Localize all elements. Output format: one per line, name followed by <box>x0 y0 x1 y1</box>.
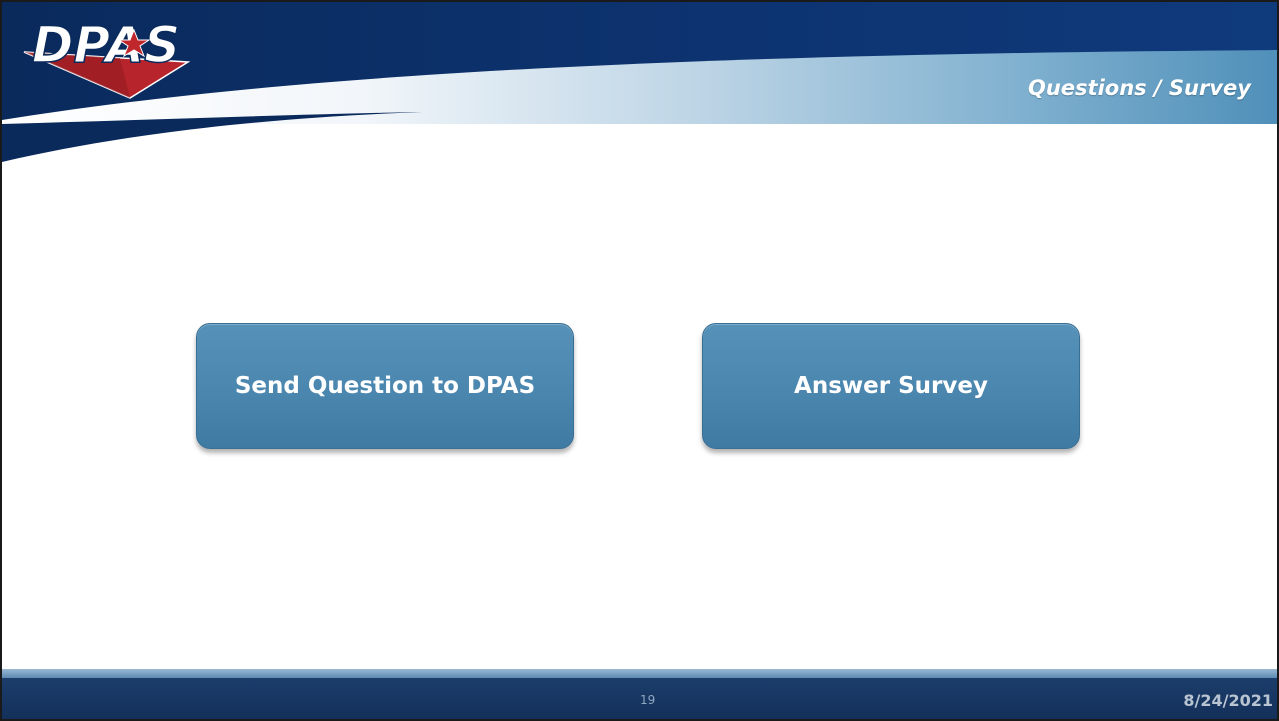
footer: 19 8/24/2021 <box>2 669 1277 719</box>
footer-accent-stripe <box>2 669 1277 678</box>
send-question-label: Send Question to DPAS <box>234 373 536 399</box>
section-title: Questions / Survey <box>1027 76 1251 100</box>
page-number: 19 <box>640 693 656 707</box>
footer-bar: 19 8/24/2021 <box>2 678 1277 719</box>
send-question-button[interactable]: Send Question to DPAS <box>196 323 574 449</box>
slide: DPAS Questions / Survey Send Question to… <box>0 0 1279 721</box>
svg-text:DPAS: DPAS <box>32 16 180 74</box>
answer-survey-label: Answer Survey <box>794 373 988 399</box>
footer-date: 8/24/2021 <box>1183 691 1273 710</box>
dpas-logo: DPAS <box>23 15 191 99</box>
answer-survey-button[interactable]: Answer Survey <box>702 323 1080 449</box>
